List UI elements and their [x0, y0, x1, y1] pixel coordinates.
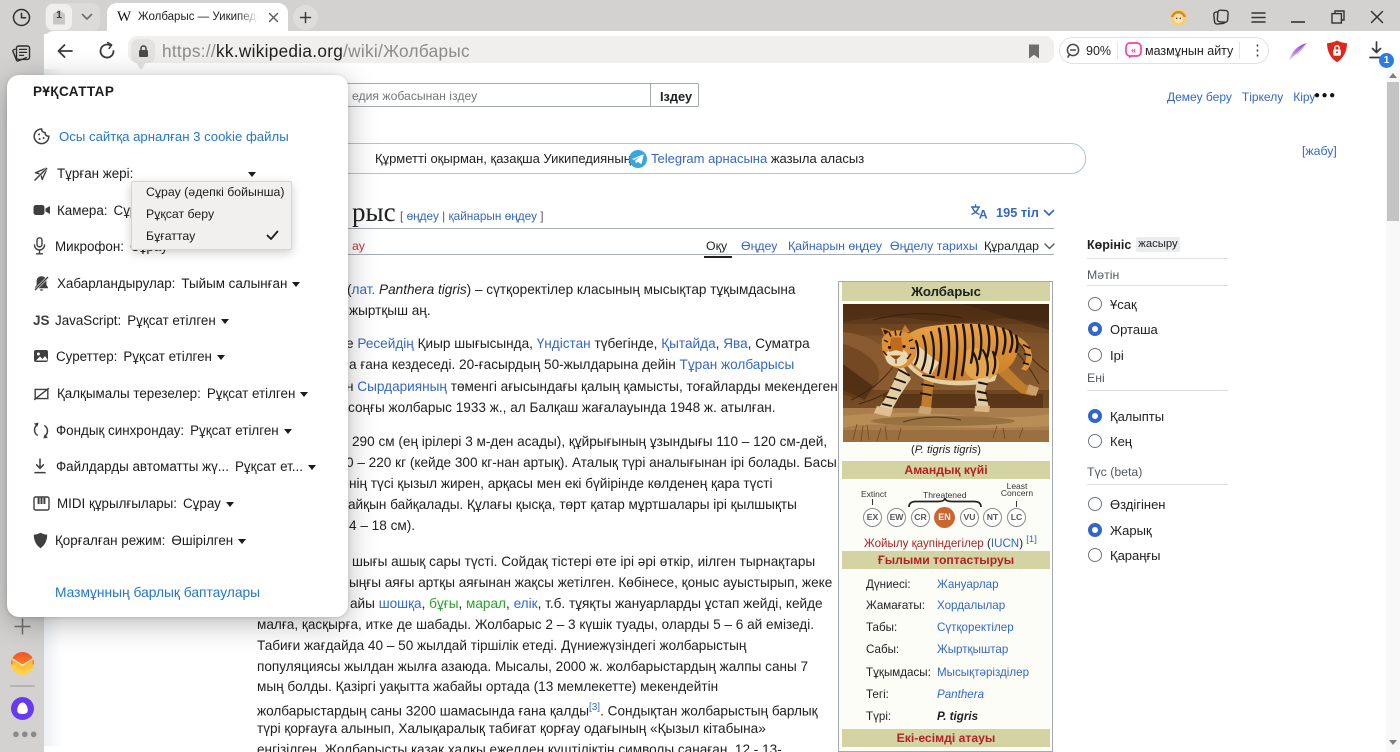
svg-text:A: A — [979, 208, 988, 221]
svg-text:«: « — [1131, 45, 1136, 56]
